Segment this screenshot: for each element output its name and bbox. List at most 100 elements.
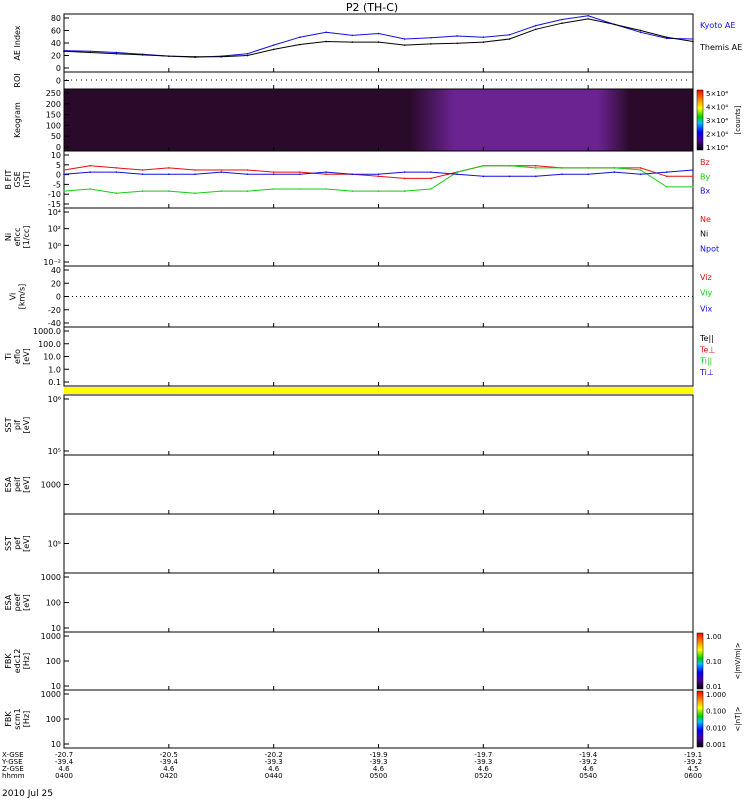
bfield-point bbox=[534, 167, 537, 169]
panel-ae-ytick-label: 20 bbox=[51, 52, 61, 61]
bfield-point bbox=[561, 167, 563, 169]
bfield-point bbox=[115, 171, 118, 173]
panel-keogram-colorbar-label: [counts] bbox=[734, 105, 742, 134]
ae-point bbox=[587, 18, 589, 20]
bfield-point bbox=[141, 169, 144, 171]
time-axis-value: 0500 bbox=[370, 772, 388, 780]
panel-bfit-ylabel: GSE bbox=[13, 171, 22, 187]
panel-esa-i-full-ytick-label: 1000 bbox=[41, 481, 61, 490]
panel-velocity-ytick-label: 0 bbox=[56, 293, 61, 302]
bfield-point bbox=[534, 164, 537, 167]
panel-density-ylabel: [1/cc] bbox=[22, 226, 31, 249]
bfield-point bbox=[141, 190, 144, 192]
panel-bfit-legend-entry: Bx bbox=[700, 187, 710, 196]
panel-density-legend-entry: Npot bbox=[700, 244, 719, 253]
panel-keogram-ytick-label: 150 bbox=[46, 111, 61, 120]
panel-bfit-ytick-label: 5 bbox=[56, 161, 61, 170]
panel-sst-i-full-ytick-label: 10⁶ bbox=[48, 395, 61, 404]
panel-density-ylabel: Ni bbox=[4, 233, 13, 241]
ae-point bbox=[63, 50, 65, 53]
bfield-point bbox=[692, 186, 694, 188]
panel-temperature-ytick-label: 1000.0 bbox=[33, 327, 61, 336]
panel-temperature-legend-entry: Te⊥ bbox=[699, 345, 715, 354]
bfield-point bbox=[272, 188, 275, 190]
bfield-point bbox=[246, 169, 249, 171]
panel-density-ylabel: eficc bbox=[13, 228, 22, 247]
panel-esa-e-full-ytick-label: 100 bbox=[46, 599, 61, 608]
bfield-point bbox=[272, 171, 275, 173]
bfield-point bbox=[430, 171, 432, 173]
bfield-point bbox=[220, 190, 223, 192]
panel-keogram-ytick-label: 200 bbox=[46, 100, 61, 109]
ae-point bbox=[299, 43, 301, 46]
panel-esa-e-full-frame bbox=[63, 572, 694, 633]
ae-point bbox=[246, 54, 249, 57]
ae-point bbox=[613, 23, 616, 26]
ae-point bbox=[403, 44, 406, 46]
bfield-point bbox=[299, 188, 301, 190]
bfield-point bbox=[351, 190, 354, 192]
panel-esa-e-full-ylabel: peef bbox=[13, 593, 22, 611]
panel-fbk-scm-ylabel: [Hz] bbox=[22, 711, 31, 727]
panel-temperature-ylabel: [eV] bbox=[22, 348, 31, 365]
panel-density-ytick-label: 10⁰ bbox=[48, 241, 61, 250]
panel-temperature-legend-entry: Ti|| bbox=[699, 357, 712, 366]
bfield-point bbox=[613, 171, 616, 173]
ae-point bbox=[351, 34, 354, 37]
bfield-point bbox=[63, 173, 65, 176]
panel-fbk-edc-colorbar bbox=[696, 632, 704, 690]
panel-density-legend-entry: Ne bbox=[700, 215, 711, 224]
ae-series-themis-ae bbox=[63, 18, 694, 58]
bfield-point bbox=[482, 164, 485, 167]
bfield-point bbox=[377, 173, 380, 176]
ae-point bbox=[456, 35, 458, 37]
bfield-series-bx bbox=[63, 169, 694, 177]
panel-velocity-ylabel: [km/s] bbox=[18, 284, 27, 310]
bfield-point bbox=[168, 167, 170, 169]
bfield-point bbox=[89, 188, 92, 190]
panel-density-frame bbox=[63, 207, 694, 267]
ae-point bbox=[692, 40, 694, 43]
ae-point bbox=[534, 24, 537, 27]
bfield-point bbox=[194, 192, 196, 195]
bfield-point bbox=[456, 173, 458, 176]
panel-bfit-frame bbox=[63, 150, 694, 209]
bfield-point bbox=[639, 169, 642, 171]
panel-sst-e-full-ylabel: SST bbox=[4, 536, 13, 551]
ae-point bbox=[639, 29, 642, 32]
bfield-point bbox=[115, 192, 118, 195]
bfield-point bbox=[220, 171, 223, 173]
panel-sst-e-full-ytick-label: 10⁵ bbox=[48, 540, 61, 549]
panel-temperature-ytick-label: 10.0 bbox=[43, 353, 61, 362]
chart-title: P2 (TH-C) bbox=[346, 1, 398, 14]
ae-point bbox=[403, 38, 406, 40]
panel-velocity-ytick-label: 20 bbox=[51, 279, 61, 288]
bfield-point bbox=[403, 171, 406, 173]
panel-esa-e-full-ylabel: [eV] bbox=[22, 594, 31, 611]
ae-point bbox=[561, 22, 563, 24]
bfield-point bbox=[430, 188, 432, 190]
ae-point bbox=[272, 48, 275, 51]
bfield-point bbox=[665, 186, 668, 188]
panel-fbk-scm-colorbar bbox=[696, 690, 704, 748]
bfield-point bbox=[692, 175, 694, 178]
ae-point bbox=[194, 55, 196, 58]
ae-point bbox=[508, 33, 511, 36]
bfield-point bbox=[377, 190, 380, 192]
bfield-point bbox=[115, 167, 118, 169]
bfield-point bbox=[639, 167, 642, 169]
bfield-point bbox=[534, 175, 537, 178]
panel-temperature-ylabel: Ti bbox=[4, 353, 13, 361]
time-axis: X-GSEY-GSEZ-GSEhhmm-20.7-39.44.60400-20.… bbox=[1, 751, 702, 780]
panel-velocity-ylabel: Vi bbox=[9, 293, 18, 301]
panel-ae-frame bbox=[63, 13, 694, 73]
bfield-point bbox=[220, 169, 223, 171]
ae-point bbox=[141, 54, 144, 56]
panel-bfit-legend-entry: By bbox=[700, 172, 710, 181]
panels-group: AE Index 0 20 40 60 80 Kyoto AE Themis AE ROI 0 Ke… bbox=[4, 13, 742, 749]
panel-bfit-ytick-label: 0 bbox=[56, 171, 61, 180]
keogram-image bbox=[64, 89, 693, 151]
panel-ae-ytick-label: 80 bbox=[51, 14, 61, 23]
panel-fbk-edc-ytick-label: 1000 bbox=[41, 632, 61, 641]
panel-fbk-edc-colorbar-label: <|mV/m|> bbox=[734, 642, 742, 679]
